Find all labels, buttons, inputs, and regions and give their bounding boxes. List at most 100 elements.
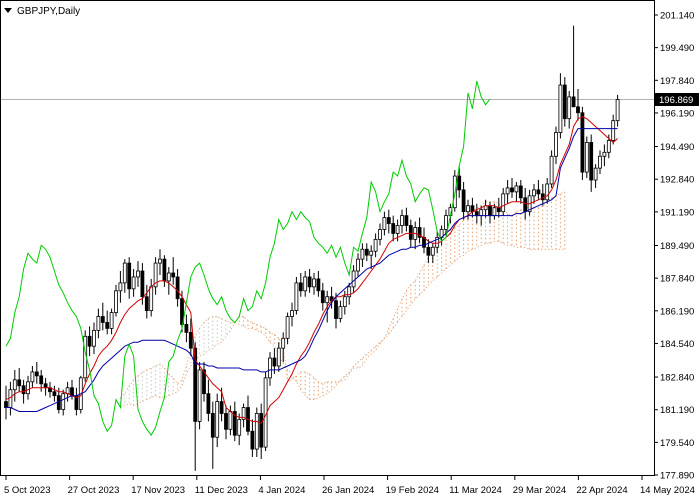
candle-body — [571, 96, 576, 108]
y-tick-label: 192.840 — [660, 175, 694, 186]
candle-body — [171, 272, 176, 278]
candle-body — [523, 197, 528, 213]
candle-body — [114, 290, 118, 313]
candle-body — [188, 331, 193, 349]
candle-body — [466, 205, 470, 213]
candle-body — [545, 183, 550, 201]
candle-body — [501, 193, 506, 213]
candle-body — [210, 413, 215, 438]
candle-body — [87, 335, 92, 347]
candle-body — [580, 112, 585, 173]
candle-body — [294, 282, 299, 311]
candle-body — [281, 337, 286, 349]
candle-body — [206, 393, 211, 414]
candle-body — [122, 262, 127, 284]
candle-body — [382, 217, 387, 230]
current-price-label: 196.869 — [659, 95, 693, 106]
candle-body — [554, 132, 558, 157]
x-tick-label: 11 Dec 2023 — [195, 485, 248, 496]
candle-body — [562, 84, 567, 120]
y-tick-label: 189.490 — [660, 241, 694, 252]
symbol-label: GBPJPY,Daily — [17, 6, 80, 17]
candle-body — [576, 106, 580, 114]
y-axis: 201.140 199.490 197.840 196.190 194.490 192.8… — [654, 11, 694, 482]
candle-body — [558, 84, 563, 133]
candle-body — [140, 270, 145, 298]
candle-body — [131, 276, 136, 290]
candle-body — [360, 248, 365, 260]
candle-body — [215, 401, 220, 438]
candle-body — [250, 430, 255, 450]
candlesticks — [4, 25, 620, 471]
candle-body — [474, 211, 479, 217]
candle-body — [149, 286, 154, 311]
candle-body — [166, 272, 171, 282]
x-tick-label: 22 Apr 2024 — [576, 485, 627, 496]
candle-body — [100, 316, 105, 323]
y-tick-label: 199.490 — [660, 43, 694, 54]
candle-body — [118, 282, 123, 292]
chikou-span-line — [5, 80, 491, 437]
candle-body — [598, 155, 602, 169]
candle-body — [549, 155, 554, 185]
candle-body — [373, 238, 378, 252]
candle-body — [404, 215, 409, 226]
candle-body — [606, 140, 611, 153]
candle-body — [276, 347, 281, 367]
y-tick-label: 201.140 — [660, 11, 694, 22]
candle-body — [611, 120, 616, 141]
candle-body — [52, 391, 57, 397]
candle-body — [12, 379, 17, 391]
candle-body — [237, 419, 242, 436]
candle-body — [92, 329, 96, 347]
y-tick-label: 177.890 — [660, 471, 694, 482]
y-tick-label: 196.190 — [660, 108, 694, 119]
candle-body — [532, 189, 536, 197]
candle-body — [303, 276, 308, 292]
candle-body — [488, 205, 492, 217]
candle-body — [386, 217, 391, 224]
candle-body — [496, 207, 501, 213]
x-tick-label: 11 Mar 2024 — [449, 485, 502, 496]
candle-body — [175, 276, 180, 300]
candle-body — [492, 207, 497, 217]
symbol-header: GBPJPY,Daily — [4, 6, 80, 17]
candle-body — [105, 322, 110, 329]
candle-body — [61, 393, 66, 410]
candle-body — [584, 142, 589, 173]
y-tick-label: 194.490 — [660, 142, 694, 153]
candle-body — [364, 248, 369, 256]
candle-body — [514, 185, 519, 193]
candle-body — [158, 258, 162, 264]
candle-body — [162, 258, 167, 282]
candle-body — [615, 99, 620, 122]
candle-body — [602, 151, 607, 157]
dropdown-triangle-icon[interactable] — [4, 8, 12, 13]
candle-body — [272, 357, 277, 367]
candle-body — [30, 371, 35, 383]
candle-body — [338, 306, 343, 319]
candle-body — [457, 175, 462, 191]
candle-body — [426, 246, 431, 256]
candle-body — [136, 270, 140, 278]
y-tick-label: 197.840 — [660, 76, 694, 87]
x-tick-label: 4 Jan 2024 — [258, 485, 305, 496]
candle-body — [26, 381, 30, 395]
candle-body — [268, 357, 272, 379]
candle-body — [400, 215, 404, 226]
current-price-tag: 196.869 — [655, 93, 699, 107]
candle-body — [461, 189, 466, 213]
candle-body — [197, 369, 202, 422]
candle-body — [70, 387, 74, 397]
candle-body — [254, 413, 259, 450]
candle-body — [109, 312, 114, 329]
candle-body — [96, 316, 101, 331]
candle-body — [378, 229, 382, 240]
candle-body — [224, 413, 228, 430]
y-tick-label: 184.540 — [660, 339, 694, 350]
x-tick-label: 19 Feb 2024 — [386, 485, 439, 496]
candle-body — [320, 290, 325, 304]
candle-body — [259, 413, 264, 448]
candle-body — [408, 225, 413, 240]
candle-body — [184, 324, 189, 333]
